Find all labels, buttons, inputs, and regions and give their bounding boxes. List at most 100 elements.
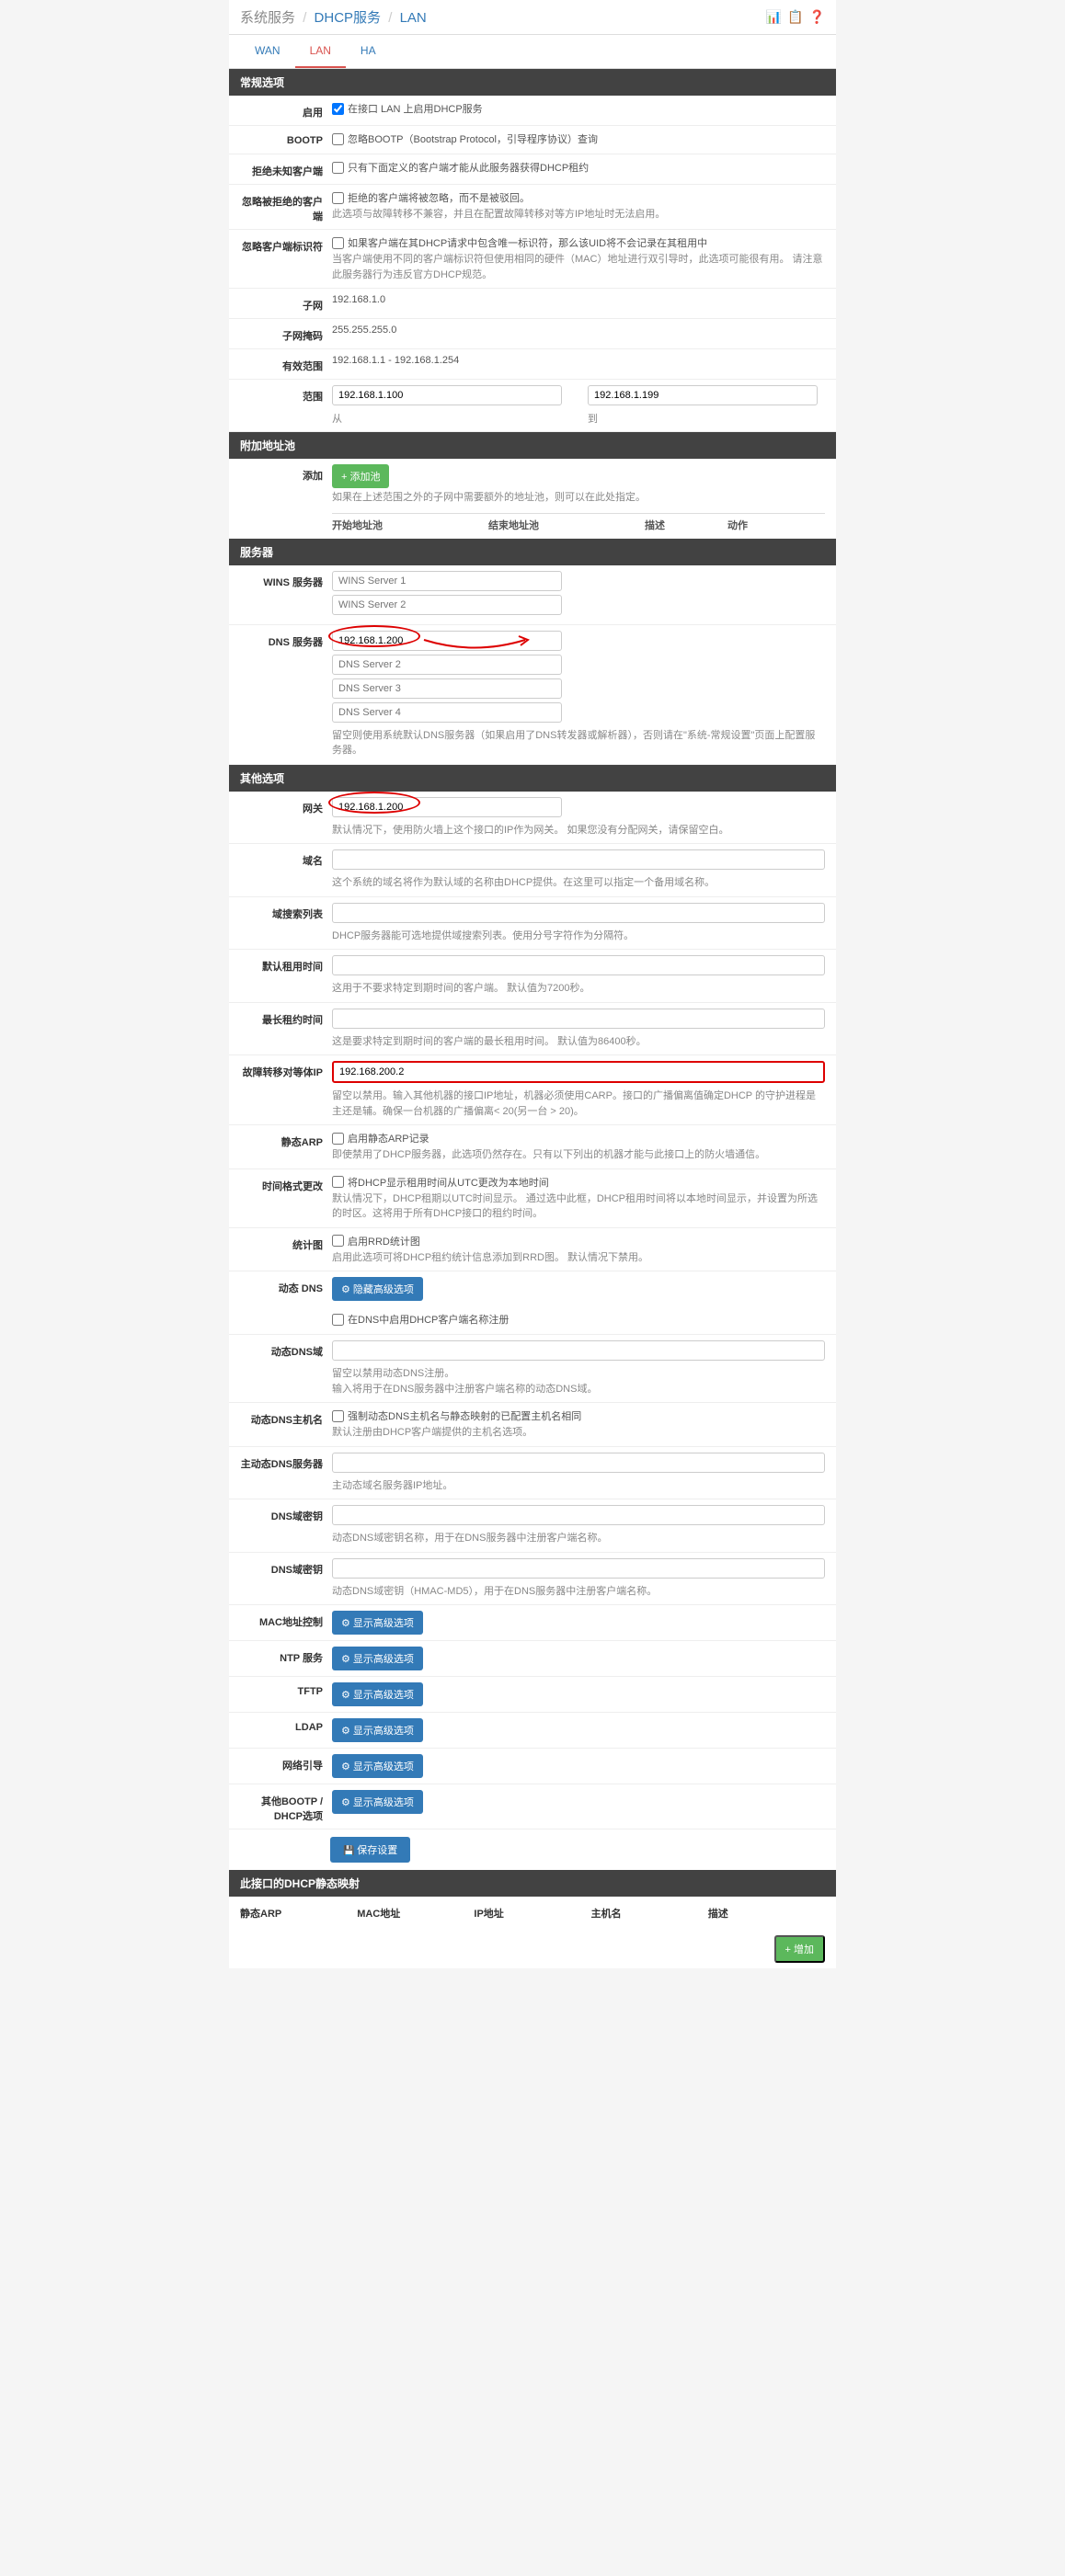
page-header: 系统服务 / DHCP服务 / LAN 📊 📋 ❓ bbox=[229, 0, 836, 35]
dns3-input[interactable] bbox=[332, 678, 562, 699]
dns2-input[interactable] bbox=[332, 655, 562, 675]
add-static-button[interactable]: 增加 bbox=[774, 1935, 825, 1963]
failover-input[interactable] bbox=[332, 1061, 825, 1083]
help-icon[interactable]: ❓ bbox=[809, 9, 825, 25]
ddns-checkbox[interactable] bbox=[332, 1314, 344, 1326]
pool-col-start: 开始地址池 bbox=[332, 518, 488, 532]
tab-ha[interactable]: HA bbox=[346, 35, 391, 68]
label-ignore-cid: 忽略客户端标识符 bbox=[240, 235, 332, 254]
netboot-toggle-button[interactable]: 显示高级选项 bbox=[332, 1754, 423, 1778]
domain-input[interactable] bbox=[332, 849, 825, 870]
label-add-pool: 添加 bbox=[240, 464, 332, 483]
pool-col-desc: 描述 bbox=[645, 518, 727, 532]
label-mac: MAC地址控制 bbox=[240, 1611, 332, 1629]
static-col-ip: IP地址 bbox=[474, 1906, 590, 1921]
breadcrumb: 系统服务 / DHCP服务 / LAN bbox=[240, 7, 427, 27]
ldap-toggle-button[interactable]: 显示高级选项 bbox=[332, 1718, 423, 1742]
ddns-toggle-button[interactable]: 隐藏高级选项 bbox=[332, 1277, 423, 1301]
ignore-cid-checkbox[interactable] bbox=[332, 237, 344, 249]
label-avail: 有效范围 bbox=[240, 355, 332, 373]
dns4-input[interactable] bbox=[332, 702, 562, 723]
tftp-toggle-button[interactable]: 显示高级选项 bbox=[332, 1682, 423, 1706]
ntp-toggle-button[interactable]: 显示高级选项 bbox=[332, 1647, 423, 1670]
label-ddnsdom: 动态DNS域 bbox=[240, 1340, 332, 1359]
static-col-arp: 静态ARP bbox=[240, 1906, 357, 1921]
label-bootp: BOOTP bbox=[240, 131, 332, 146]
label-deflease: 默认租用时间 bbox=[240, 955, 332, 974]
label-deny: 拒绝未知客户端 bbox=[240, 160, 332, 178]
value-subnet: 192.168.1.0 bbox=[332, 294, 825, 305]
timefmt-checkbox[interactable] bbox=[332, 1176, 344, 1188]
stats-checkbox[interactable] bbox=[332, 1235, 344, 1247]
label-dns: DNS 服务器 bbox=[240, 631, 332, 649]
breadcrumb-service[interactable]: DHCP服务 bbox=[315, 10, 382, 26]
label-bootp-other: 其他BOOTP / DHCP选项 bbox=[240, 1790, 332, 1823]
search-input[interactable] bbox=[332, 903, 825, 923]
deny-checkbox[interactable] bbox=[332, 162, 344, 174]
label-dnssec: DNS域密钥 bbox=[240, 1558, 332, 1577]
bootp-toggle-button[interactable]: 显示高级选项 bbox=[332, 1790, 423, 1814]
wins1-input[interactable] bbox=[332, 571, 562, 591]
label-failover: 故障转移对等体IP bbox=[240, 1061, 332, 1079]
dns1-input[interactable] bbox=[332, 631, 562, 651]
label-enable: 启用 bbox=[240, 101, 332, 120]
bootp-checkbox[interactable] bbox=[332, 133, 344, 145]
static-col-mac: MAC地址 bbox=[357, 1906, 474, 1921]
label-range: 范围 bbox=[240, 385, 332, 404]
label-wins: WINS 服务器 bbox=[240, 571, 332, 589]
section-general: 常规选项 bbox=[229, 69, 836, 96]
mac-toggle-button[interactable]: 显示高级选项 bbox=[332, 1611, 423, 1635]
label-tftp: TFTP bbox=[240, 1682, 332, 1697]
label-ldap: LDAP bbox=[240, 1718, 332, 1733]
label-netboot: 网络引导 bbox=[240, 1754, 332, 1772]
label-ignore-denied: 忽略被拒绝的客户端 bbox=[240, 190, 332, 223]
save-button[interactable]: 保存设置 bbox=[330, 1837, 410, 1863]
label-search: 域搜索列表 bbox=[240, 903, 332, 921]
deflease-input[interactable] bbox=[332, 955, 825, 975]
label-ddnssrv: 主动态DNS服务器 bbox=[240, 1453, 332, 1471]
pool-col-act: 动作 bbox=[727, 518, 783, 532]
tab-lan[interactable]: LAN bbox=[295, 35, 346, 68]
value-mask: 255.255.255.0 bbox=[332, 325, 825, 336]
label-ddns: 动态 DNS bbox=[240, 1277, 332, 1295]
add-pool-button[interactable]: + 添加池 bbox=[332, 464, 389, 488]
interface-tabs: WAN LAN HA bbox=[229, 35, 836, 69]
label-mask: 子网掩码 bbox=[240, 325, 332, 343]
section-static: 此接口的DHCP静态映射 bbox=[229, 1870, 836, 1897]
dnssec-input[interactable] bbox=[332, 1558, 825, 1579]
label-domain: 域名 bbox=[240, 849, 332, 868]
label-dnskey: DNS域密钥 bbox=[240, 1505, 332, 1523]
value-avail: 192.168.1.1 - 192.168.1.254 bbox=[332, 355, 825, 366]
breadcrumb-root: 系统服务 bbox=[240, 10, 295, 26]
static-col-desc: 描述 bbox=[708, 1906, 825, 1921]
label-maxlease: 最长租约时间 bbox=[240, 1009, 332, 1027]
label-subnet: 子网 bbox=[240, 294, 332, 313]
chart-icon[interactable]: 📊 bbox=[766, 9, 782, 25]
range-from-input[interactable] bbox=[332, 385, 562, 405]
tab-wan[interactable]: WAN bbox=[240, 35, 295, 68]
label-stats: 统计图 bbox=[240, 1234, 332, 1252]
ddnssrv-input[interactable] bbox=[332, 1453, 825, 1473]
section-servers: 服务器 bbox=[229, 539, 836, 565]
wins2-input[interactable] bbox=[332, 595, 562, 615]
label-ddnshost: 动态DNS主机名 bbox=[240, 1408, 332, 1427]
label-gateway: 网关 bbox=[240, 797, 332, 815]
gateway-input[interactable] bbox=[332, 797, 562, 817]
breadcrumb-iface[interactable]: LAN bbox=[400, 10, 427, 26]
maxlease-input[interactable] bbox=[332, 1009, 825, 1029]
label-timefmt: 时间格式更改 bbox=[240, 1175, 332, 1193]
ddnsdom-input[interactable] bbox=[332, 1340, 825, 1361]
log-icon[interactable]: 📋 bbox=[787, 9, 803, 25]
ignore-denied-checkbox[interactable] bbox=[332, 192, 344, 204]
label-staticarp: 静态ARP bbox=[240, 1131, 332, 1149]
label-ntp: NTP 服务 bbox=[240, 1647, 332, 1665]
pool-col-end: 结束地址池 bbox=[488, 518, 645, 532]
section-other: 其他选项 bbox=[229, 765, 836, 792]
range-to-input[interactable] bbox=[588, 385, 818, 405]
dnskey-input[interactable] bbox=[332, 1505, 825, 1525]
ddnshost-checkbox[interactable] bbox=[332, 1410, 344, 1422]
section-pool: 附加地址池 bbox=[229, 432, 836, 459]
enable-checkbox[interactable] bbox=[332, 103, 344, 115]
staticarp-checkbox[interactable] bbox=[332, 1133, 344, 1145]
static-col-host: 主机名 bbox=[591, 1906, 708, 1921]
